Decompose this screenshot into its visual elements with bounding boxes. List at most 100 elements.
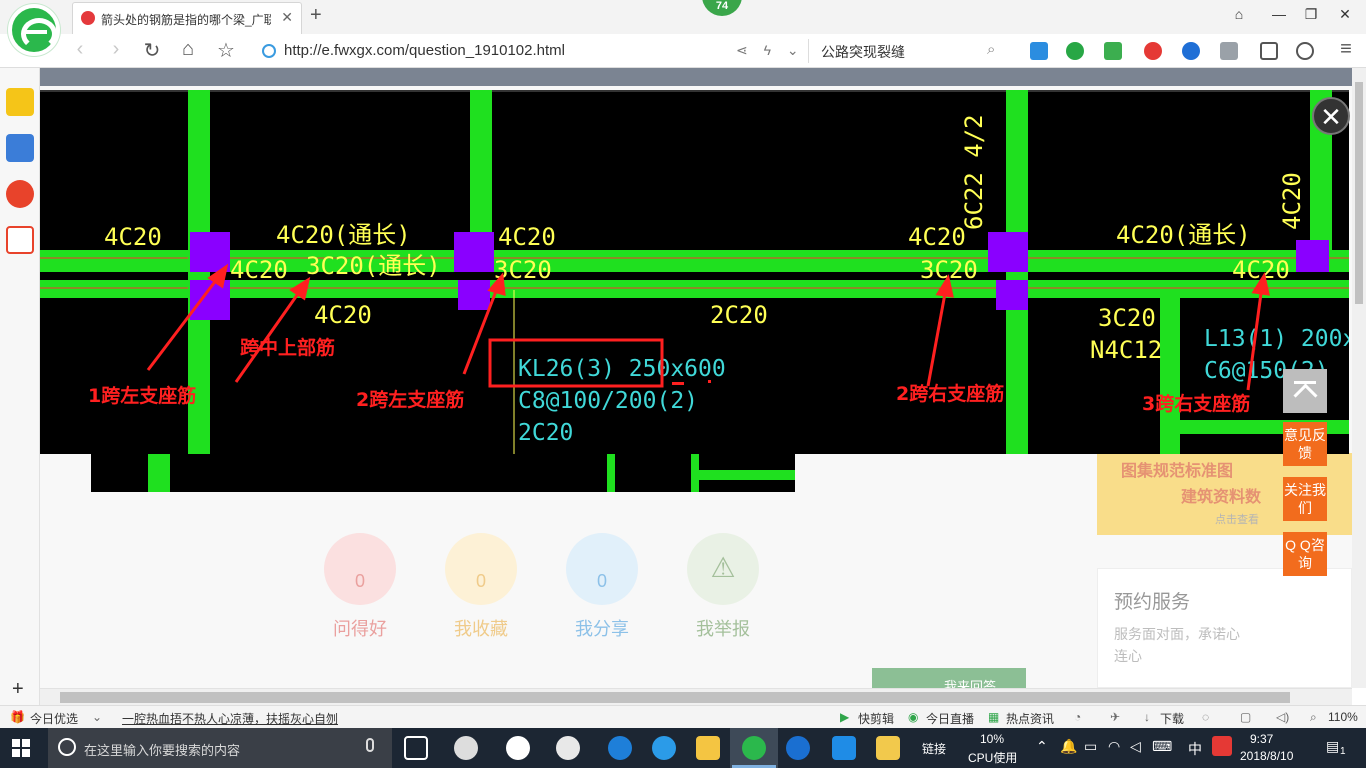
- search-tool-icon[interactable]: [1182, 42, 1200, 60]
- skin-icon[interactable]: ⌂: [1224, 6, 1254, 22]
- cpu-percent: 10%: [980, 732, 1005, 746]
- microphone-icon[interactable]: [366, 738, 374, 752]
- back-to-top-button[interactable]: [1283, 369, 1327, 413]
- ie-icon[interactable]: [652, 736, 676, 760]
- shield-icon[interactable]: [1066, 42, 1084, 60]
- clock-date[interactable]: 2018/8/10: [1240, 749, 1293, 763]
- bookmark-star-icon[interactable]: ☆: [212, 38, 240, 63]
- news-icon: ▦: [988, 710, 1000, 724]
- url-field[interactable]: http://e.fwxgx.com/question_1910102.html: [284, 42, 565, 59]
- forward-icon[interactable]: ›: [102, 38, 130, 61]
- home-icon[interactable]: ⌂: [174, 38, 202, 61]
- rebar-label: 4C20: [908, 223, 966, 251]
- wifi-icon[interactable]: ◠: [1108, 738, 1120, 755]
- minimize-button[interactable]: —: [1264, 6, 1294, 22]
- chevron-down-icon[interactable]: ⌄: [92, 710, 102, 724]
- sound-icon[interactable]: ◁): [1276, 710, 1289, 724]
- task-view-icon[interactable]: [404, 736, 428, 760]
- annotation-span1-left: 1跨左支座筋: [88, 384, 196, 407]
- translate-icon[interactable]: [1104, 42, 1122, 60]
- windows-start-icon[interactable]: [12, 739, 30, 757]
- cad-strip-drawing: [148, 454, 795, 492]
- weibo-icon[interactable]: [6, 180, 34, 208]
- secure-site-icon: [262, 44, 276, 58]
- horizontal-scroll-thumb[interactable]: [60, 692, 1290, 703]
- cpu-label: CPU使用: [968, 751, 1018, 765]
- download[interactable]: 下载: [1160, 710, 1184, 727]
- browser-e-icon[interactable]: [506, 736, 530, 760]
- zoom-icon: ⌕: [1310, 710, 1317, 724]
- back-icon[interactable]: ‹: [66, 38, 94, 61]
- hot-news[interactable]: 热点资讯: [1006, 710, 1054, 727]
- keyboard-icon[interactable]: ⌨: [1152, 738, 1172, 755]
- rebar-label: 3C20(通长): [306, 252, 441, 280]
- share-lightning-icons[interactable]: ⋖ ϟ ⌄: [736, 42, 805, 59]
- speed-icon[interactable]: ◔: [1074, 710, 1081, 724]
- link-label[interactable]: 链接: [922, 740, 946, 757]
- today-pick[interactable]: 今日优选: [30, 710, 78, 727]
- 2345-browser-icon[interactable]: [742, 736, 766, 760]
- rebar-label: 3C20: [1098, 304, 1156, 332]
- sogou-g-icon[interactable]: [786, 736, 810, 760]
- window-icon[interactable]: ▢: [1240, 710, 1251, 724]
- extension-icon[interactable]: [1030, 42, 1048, 60]
- new-tab-button[interactable]: +: [310, 4, 322, 27]
- headline-link[interactable]: 一腔热血捂不热人心凉薄，扶摇灰心自刎: [122, 710, 338, 727]
- apps-icon[interactable]: [1220, 42, 1238, 60]
- horizontal-scrollbar[interactable]: [40, 688, 1352, 705]
- column-block: [458, 280, 490, 310]
- ime-indicator[interactable]: 中: [1188, 739, 1202, 759]
- column-2: [470, 90, 492, 250]
- browser-tab[interactable]: 箭头处的钢筋是指的哪个梁_广联 ✕: [72, 2, 302, 34]
- vertical-scrollbar[interactable]: [1352, 68, 1366, 688]
- score-badge[interactable]: 74: [702, 0, 742, 16]
- scissors-icon[interactable]: [1144, 42, 1162, 60]
- action-center-icon[interactable]: ▤: [1326, 738, 1339, 755]
- close-lightbox-button[interactable]: ✕: [1312, 97, 1350, 135]
- file-explorer-icon[interactable]: [696, 736, 720, 760]
- notification-bell-icon[interactable]: 🔔: [1060, 738, 1077, 755]
- clock-time[interactable]: 9:37: [1250, 732, 1273, 746]
- qq-browser-icon[interactable]: [556, 736, 580, 760]
- volume-icon[interactable]: ◁: [1130, 738, 1141, 755]
- rebar-label: 6C22 4/2: [960, 114, 988, 230]
- favorites-icon[interactable]: [6, 88, 34, 116]
- cad-drawing-lower-strip: [91, 454, 795, 492]
- mail-icon[interactable]: [6, 226, 34, 254]
- vertical-scroll-thumb[interactable]: [1355, 82, 1363, 304]
- chevron-up-icon[interactable]: ⌃: [1036, 738, 1048, 755]
- tab-title: 箭头处的钢筋是指的哪个梁_广联: [101, 13, 271, 27]
- notification-count: 1: [1340, 746, 1346, 757]
- plus-app-icon[interactable]: [832, 736, 856, 760]
- zoom-level[interactable]: 110%: [1328, 710, 1358, 724]
- beam-stirrup: C8@100/200(2): [518, 388, 698, 414]
- tab-close-icon[interactable]: ✕: [281, 9, 293, 26]
- refresh-icon[interactable]: ↻: [138, 38, 166, 63]
- battery-icon[interactable]: ▭: [1084, 738, 1097, 755]
- edge-icon[interactable]: [608, 736, 632, 760]
- live[interactable]: 今日直播: [926, 710, 974, 727]
- browser-logo-icon[interactable]: [8, 4, 60, 56]
- sogou-ime-icon[interactable]: [1212, 736, 1232, 756]
- pin-icon[interactable]: ✈: [1110, 710, 1120, 724]
- quick-cut[interactable]: 快剪辑: [858, 710, 894, 727]
- browser-statusbar: 🎁 今日优选 ⌄ 一腔热血捂不热人心凉薄，扶摇灰心自刎 ▶ 快剪辑 ◉ 今日直播…: [0, 705, 1366, 728]
- annotation-span3-right: 3跨右支座筋: [1142, 392, 1250, 415]
- sidebar-add-button[interactable]: +: [12, 678, 24, 701]
- clean-icon[interactable]: ◌: [1202, 710, 1209, 724]
- notes-app-icon[interactable]: [876, 736, 900, 760]
- pinwheel-app-icon[interactable]: [454, 736, 478, 760]
- maximize-button[interactable]: ❐: [1296, 6, 1326, 23]
- menu-icon[interactable]: ≡: [1332, 38, 1360, 61]
- undo-icon[interactable]: [1296, 42, 1314, 60]
- feedback-button[interactable]: 意见反馈: [1283, 422, 1327, 466]
- tablet-icon[interactable]: [1260, 42, 1278, 60]
- search-icon[interactable]: ⌕: [987, 41, 995, 58]
- search-input[interactable]: 公路突现裂缝 ⌕: [808, 39, 1008, 63]
- reading-list-icon[interactable]: [6, 134, 34, 162]
- qq-consult-button[interactable]: Q Q咨询: [1283, 532, 1327, 576]
- close-window-button[interactable]: ✕: [1330, 6, 1360, 23]
- follow-us-button[interactable]: 关注我们: [1283, 477, 1327, 521]
- browser-sidebar: +: [0, 68, 40, 708]
- taskbar-search[interactable]: 在这里输入你要搜索的内容: [48, 728, 392, 768]
